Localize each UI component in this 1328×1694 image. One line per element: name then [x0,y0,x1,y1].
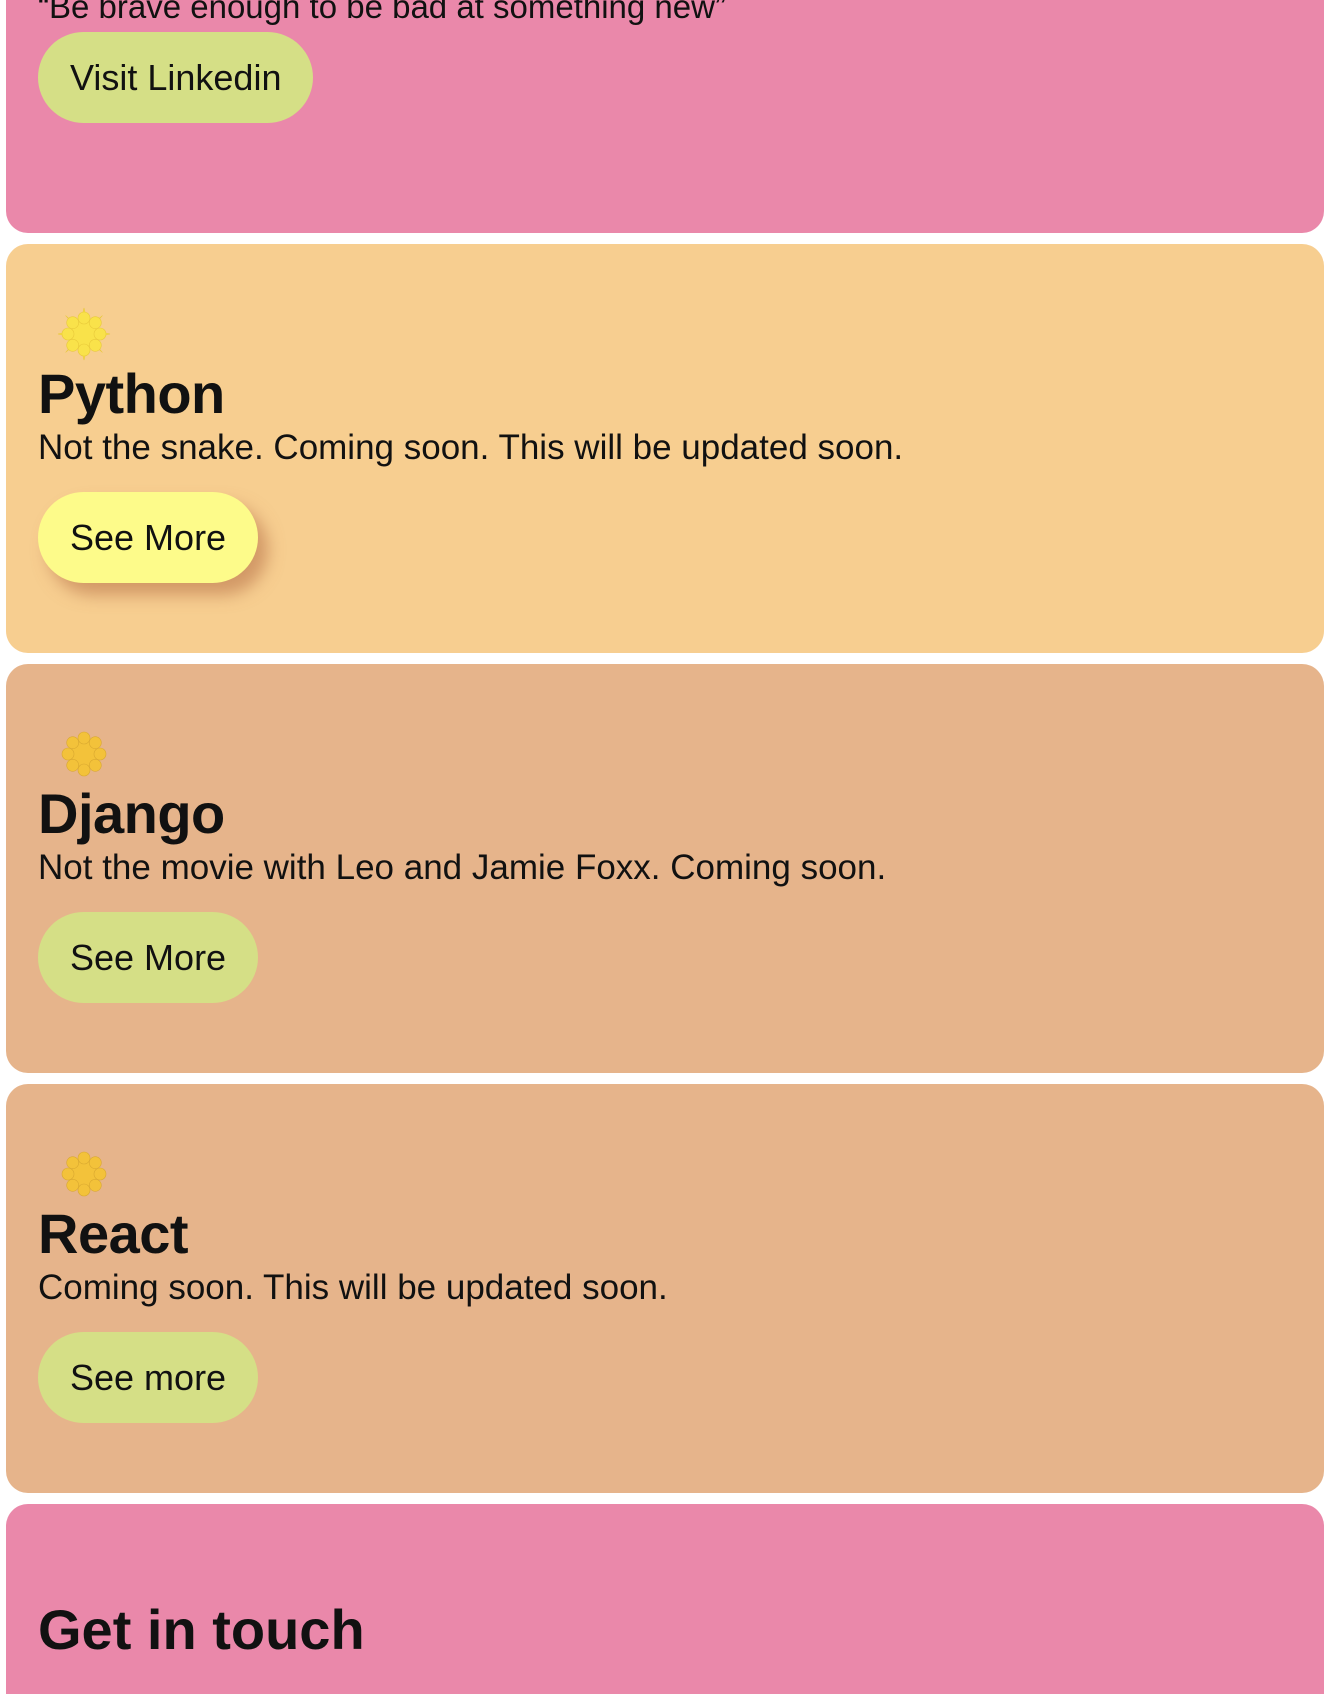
skill-description: Not the movie with Leo and Jamie Foxx. C… [38,848,887,887]
skill-title: Django [38,782,225,845]
skill-card-python: Python Not the snake. Coming soon. This … [6,244,1324,653]
see-more-button[interactable]: See More [38,492,259,583]
skill-description: Not the snake. Coming soon. This will be… [38,428,904,467]
see-more-button[interactable]: See more [38,1332,259,1423]
sparkle-icon [61,731,107,777]
skill-title: Python [38,362,225,425]
contact-section: Get in touch [6,1504,1324,1694]
sparkle-icon [61,1151,107,1197]
visit-linkedin-button[interactable]: Visit Linkedin [38,32,314,123]
sparkle-icon [57,307,111,361]
hero-section: “Be brave enough to be bad at something … [6,0,1324,233]
skill-title: React [38,1202,189,1265]
contact-title: Get in touch [38,1598,365,1661]
page: “Be brave enough to be bad at something … [0,0,1328,1694]
hero-quote: “Be brave enough to be bad at something … [38,0,726,25]
skill-card-react: React Coming soon. This will be updated … [6,1084,1324,1493]
skill-card-django: Django Not the movie with Leo and Jamie … [6,664,1324,1073]
skill-description: Coming soon. This will be updated soon. [38,1268,668,1307]
see-more-button[interactable]: See More [38,912,259,1003]
